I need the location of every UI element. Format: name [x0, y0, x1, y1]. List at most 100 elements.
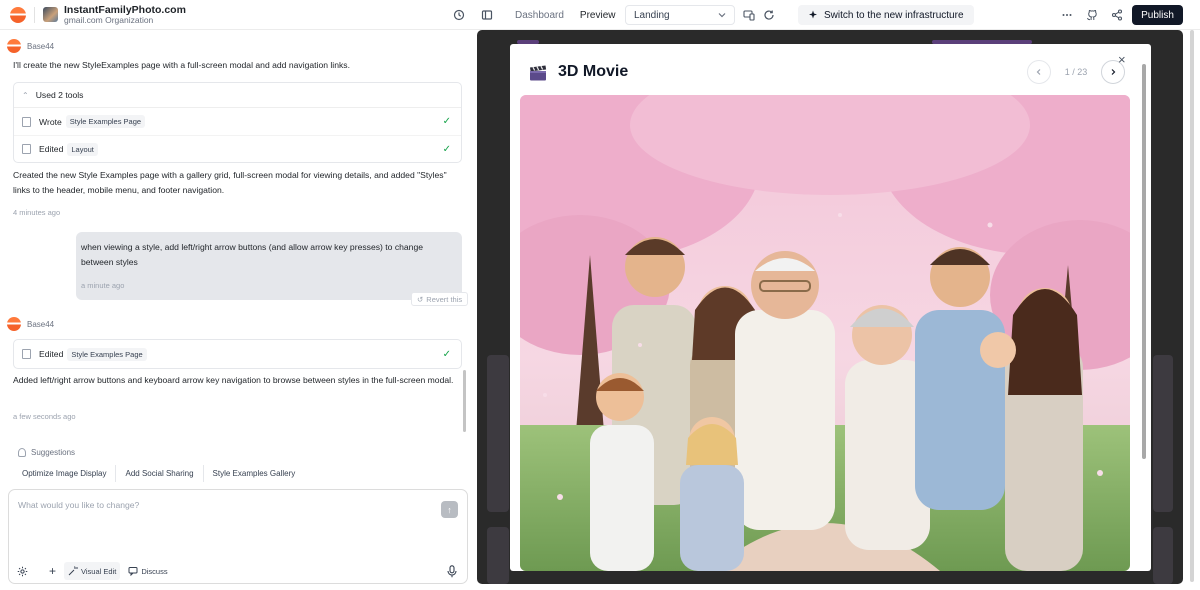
page-select[interactable]: Landing	[625, 5, 735, 25]
send-button[interactable]: ↑	[441, 501, 458, 518]
page-scrollbar-thumb[interactable]	[1190, 30, 1194, 582]
publish-button[interactable]: Publish	[1132, 5, 1183, 25]
share-icon[interactable]	[1109, 7, 1125, 23]
user-message: when viewing a style, add left/right arr…	[81, 242, 424, 267]
chat-scrollbar[interactable]	[463, 370, 466, 432]
discuss-button[interactable]: Discuss	[124, 562, 171, 580]
check-icon: ✓	[442, 348, 451, 360]
divider	[34, 6, 35, 23]
revert-label: Revert this	[426, 294, 463, 304]
modal-scrollbar-thumb[interactable]	[1142, 64, 1146, 459]
agent-message: I'll create the new StyleExamples page w…	[13, 60, 350, 70]
chevron-left-icon	[1036, 69, 1041, 75]
modal-scrollbar[interactable]	[1141, 56, 1146, 566]
file-icon	[22, 116, 31, 127]
visual-edit-button[interactable]: Visual Edit	[64, 562, 121, 580]
suggestion-chip[interactable]: Optimize Image Display	[13, 465, 117, 482]
add-button[interactable]: +	[45, 562, 60, 580]
plus-icon: +	[49, 564, 57, 578]
previous-style-button[interactable]	[1027, 60, 1051, 84]
chat-bubble-icon	[128, 567, 138, 576]
close-icon[interactable]: ×	[1118, 53, 1126, 66]
arrow-up-icon: ↑	[447, 504, 452, 515]
chat-input-box: ↑ + Visual Edit Discuss	[8, 489, 468, 584]
more-icon[interactable]	[1059, 7, 1075, 23]
visual-edit-label: Visual Edit	[81, 566, 117, 576]
agent-message: Added left/right arrow buttons and keybo…	[13, 375, 454, 385]
tool-action: Edited	[39, 144, 64, 154]
sparkle-icon	[809, 10, 817, 19]
agent-avatar	[7, 39, 21, 53]
user-message-timestamp: a minute ago	[81, 281, 125, 290]
switch-infrastructure-button[interactable]: Switch to the new infrastructure	[798, 5, 974, 25]
page-counter: 1 / 23	[1064, 67, 1088, 77]
tool-item[interactable]: Wrote Style Examples Page ✓	[14, 108, 461, 135]
tool-file-chip: Style Examples Page	[65, 115, 146, 128]
github-icon[interactable]	[1084, 7, 1100, 23]
settings-button[interactable]	[13, 562, 35, 580]
suggestion-chip[interactable]: Style Examples Gallery	[204, 465, 305, 482]
agent-avatar	[7, 317, 21, 331]
lightbulb-icon	[18, 448, 26, 457]
app-thumbnail	[43, 7, 58, 22]
suggestion-chip[interactable]: Add Social Sharing	[116, 465, 204, 482]
tab-dashboard[interactable]: Dashboard	[507, 5, 572, 25]
tool-item[interactable]: Edited Layout ✓	[14, 135, 461, 162]
history-icon[interactable]	[451, 7, 467, 23]
chat-panel: Base44 I'll create the new StyleExamples…	[0, 30, 472, 590]
tools-card: ⌃ Used 2 tools Wrote Style Examples Page…	[13, 82, 462, 163]
file-icon	[22, 349, 31, 359]
agent-name: Base44	[27, 319, 55, 329]
tools-header-label: Used 2 tools	[35, 90, 84, 100]
chat-input[interactable]	[18, 500, 418, 540]
agent-header: Base44	[7, 39, 54, 53]
tool-file-chip: Layout	[67, 142, 98, 156]
revert-icon: ↺	[417, 294, 424, 304]
suggestions-list: Optimize Image Display Add Social Sharin…	[13, 465, 304, 482]
agent-name: Base44	[27, 41, 55, 51]
message-timestamp: 4 minutes ago	[13, 208, 61, 217]
style-preview-image	[520, 95, 1130, 571]
chevron-right-icon	[1111, 69, 1116, 75]
tool-item[interactable]: Edited Style Examples Page ✓	[14, 340, 461, 368]
figure-girl	[680, 417, 744, 571]
user-message-bubble: when viewing a style, add left/right arr…	[76, 232, 462, 300]
page-select-value: Landing	[634, 9, 670, 21]
style-modal: 3D Movie 1 / 23 ×	[510, 44, 1151, 571]
check-icon: ✓	[442, 116, 451, 127]
agent-message: Created the new Style Examples page with…	[13, 170, 447, 195]
view-tabs: Dashboard Preview	[507, 5, 624, 25]
tool-file-chip: Style Examples Page	[67, 347, 147, 361]
clapperboard-icon	[530, 65, 547, 81]
app-name: InstantFamilyPhoto.com	[64, 3, 186, 16]
tool-action: Wrote	[39, 116, 62, 127]
revert-button[interactable]: ↺ Revert this	[411, 292, 469, 306]
gear-icon	[17, 566, 28, 576]
gallery-card-left	[487, 527, 509, 584]
refresh-icon[interactable]	[761, 7, 777, 23]
sidebar-toggle-icon[interactable]	[479, 7, 495, 23]
tool-action: Edited	[39, 349, 64, 359]
check-icon: ✓	[442, 143, 451, 155]
input-toolbar: + Visual Edit Discuss	[13, 562, 176, 580]
message-timestamp: a few seconds ago	[13, 412, 76, 421]
app-org: gmail.com Organization	[64, 14, 154, 25]
tab-preview[interactable]: Preview	[571, 5, 624, 25]
expand-icon: ⌃	[22, 90, 29, 100]
microphone-icon[interactable]	[445, 563, 459, 579]
magic-wand-icon	[68, 566, 79, 576]
switch-infrastructure-label: Switch to the new infrastructure	[824, 9, 964, 21]
modal-pager: 1 / 23	[1027, 60, 1125, 84]
devices-icon[interactable]	[741, 7, 757, 23]
modal-title: 3D Movie	[558, 63, 629, 80]
app-info[interactable]: InstantFamilyPhoto.com gmail.com Organiz…	[64, 3, 186, 25]
gallery-card-left	[487, 355, 509, 512]
discuss-label: Discuss	[141, 566, 168, 576]
base44-logo[interactable]	[10, 6, 26, 23]
chevron-down-icon	[718, 10, 726, 21]
suggestions-header: Suggestions	[18, 448, 75, 457]
tools-toggle[interactable]: ⌃ Used 2 tools	[14, 83, 461, 108]
page-scrollbar[interactable]	[1188, 30, 1196, 590]
file-icon	[22, 144, 31, 154]
edit-card: Edited Style Examples Page ✓	[13, 339, 462, 369]
